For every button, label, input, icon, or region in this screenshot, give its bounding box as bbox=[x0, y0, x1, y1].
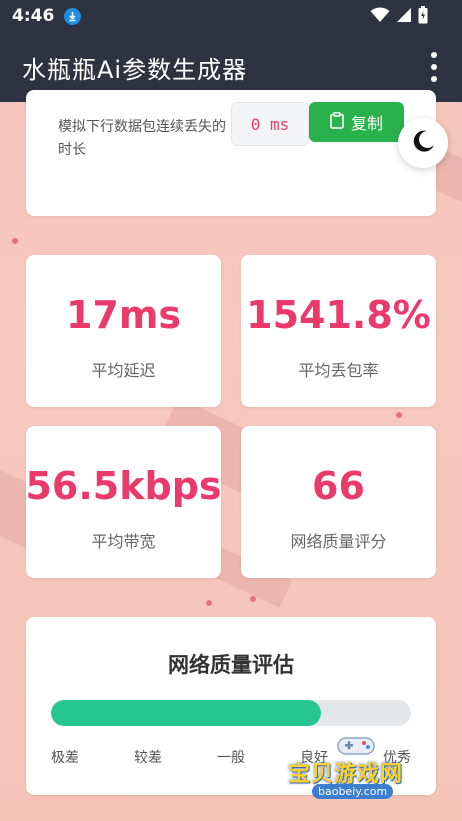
stat-label: 平均延迟 bbox=[91, 361, 156, 380]
scale-label: 一般 bbox=[217, 750, 245, 766]
wifi-icon bbox=[370, 7, 390, 27]
scale-label: 极差 bbox=[51, 750, 79, 766]
stat-card-packet-loss: 1541.8% 平均丢包率 bbox=[241, 255, 436, 407]
stat-label: 网络质量评分 bbox=[290, 532, 387, 551]
gamepad-icon bbox=[337, 737, 375, 755]
status-bar: 4:46 bbox=[0, 0, 462, 32]
quality-progress-track bbox=[51, 700, 411, 726]
copy-label: 复制 bbox=[350, 114, 383, 133]
stat-value: 66 bbox=[312, 464, 365, 508]
quality-progress-fill bbox=[51, 700, 321, 726]
moon-icon bbox=[410, 128, 436, 158]
parameter-card: 模拟下行数据包连续丢失的时长 0 ms 复制 bbox=[26, 90, 436, 216]
stat-card-quality-score: 66 网络质量评分 bbox=[241, 426, 436, 578]
stat-value: 56.5kbps bbox=[25, 464, 222, 508]
parameter-description: 模拟下行数据包连续丢失的时长 bbox=[58, 119, 226, 158]
watermark-logo: 宝贝游戏网 baobeiy.com bbox=[288, 737, 438, 808]
stat-card-latency: 17ms 平均延迟 bbox=[26, 255, 221, 407]
signal-icon bbox=[396, 7, 412, 27]
watermark-url: baobeiy.com bbox=[312, 784, 394, 799]
parameter-value: 0 ms bbox=[231, 102, 309, 146]
scale-label: 较差 bbox=[134, 750, 162, 766]
battery-icon bbox=[418, 6, 428, 28]
stat-card-bandwidth: 56.5kbps 平均带宽 bbox=[25, 426, 222, 578]
app-title: 水瓶瓶Ai参数生成器 bbox=[22, 55, 248, 84]
download-icon bbox=[64, 7, 82, 25]
theme-toggle-button[interactable] bbox=[398, 118, 448, 168]
copy-button[interactable]: 复制 bbox=[309, 102, 404, 142]
stat-value: 17ms bbox=[65, 293, 182, 337]
clipboard-icon bbox=[330, 111, 344, 133]
quality-title: 网络质量评估 bbox=[168, 653, 294, 677]
stat-value: 1541.8% bbox=[246, 293, 431, 337]
more-vert-icon[interactable] bbox=[422, 52, 446, 82]
stat-label: 平均带宽 bbox=[91, 532, 156, 551]
status-time: 4:46 bbox=[12, 6, 55, 26]
stat-label: 平均丢包率 bbox=[298, 361, 379, 380]
